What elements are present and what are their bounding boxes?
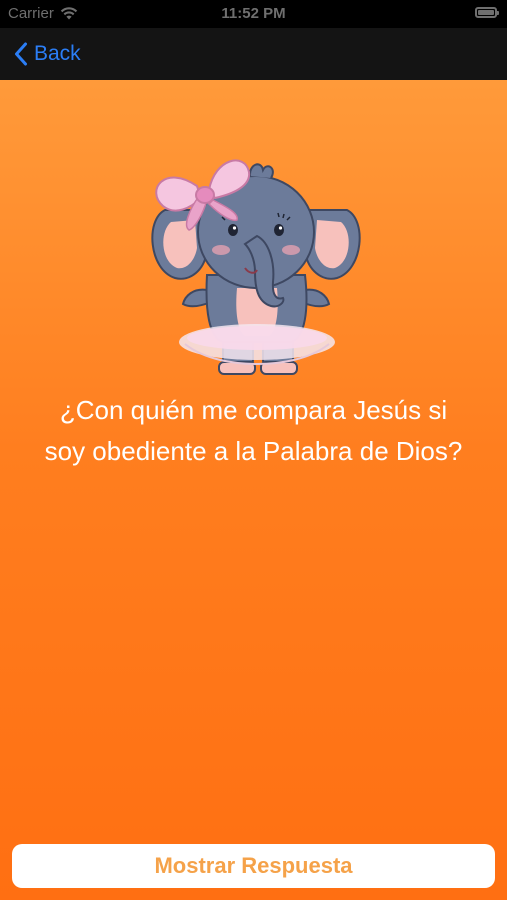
elephant-ballerina-icon — [151, 159, 361, 375]
navigation-bar: Back — [0, 28, 507, 80]
status-bar: Carrier 11:52 PM — [0, 0, 507, 28]
battery-icon — [475, 7, 499, 18]
chevron-left-icon — [15, 42, 27, 66]
back-label: Back — [34, 42, 81, 65]
status-time: 11:52 PM — [221, 5, 286, 22]
show-answer-label: Mostrar Respuesta — [154, 853, 353, 878]
show-answer-button[interactable]: Mostrar Respuesta — [12, 844, 495, 888]
question-text: ¿Con quién me compara Jesús si soy obedi… — [44, 395, 463, 466]
question-screen: ¿Con quién me compara Jesús si soy obedi… — [0, 80, 507, 900]
back-button[interactable]: Back — [14, 37, 81, 71]
